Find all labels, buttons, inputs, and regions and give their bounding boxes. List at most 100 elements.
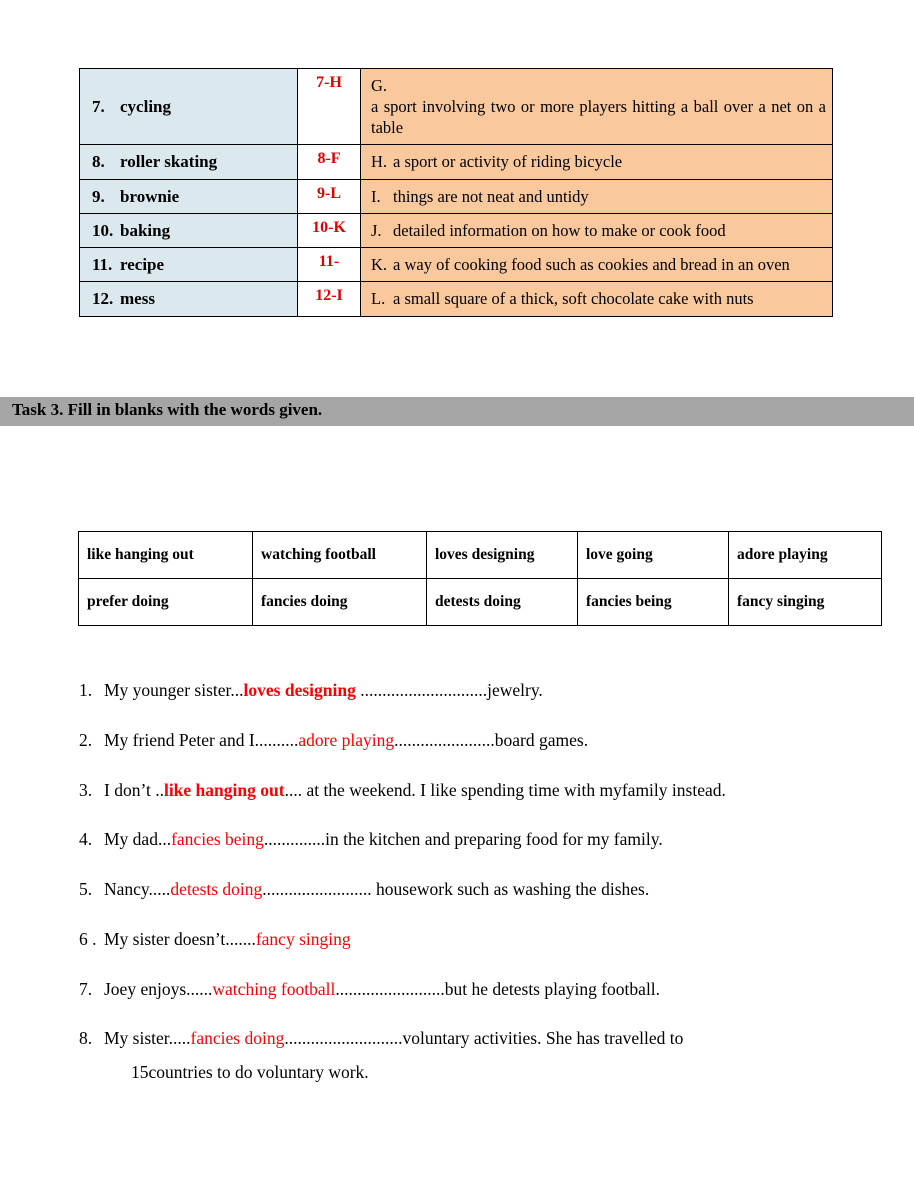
list-item: 1. My younger sister...loves designing ..… bbox=[79, 679, 879, 702]
sentence-number: 5. bbox=[79, 879, 93, 899]
answer-key-letter: K bbox=[333, 218, 346, 236]
answer-key-cell: 9-L bbox=[297, 178, 361, 214]
definition-label: G. bbox=[371, 76, 388, 95]
word-bank-cell: love going bbox=[577, 531, 729, 579]
word-bank-cell: like hanging out bbox=[78, 531, 253, 579]
filled-answer: watching football bbox=[212, 978, 336, 999]
filled-answer: fancy singing bbox=[255, 928, 351, 949]
filled-answer: like hanging out bbox=[163, 779, 285, 800]
vocab-word: cycling bbox=[120, 97, 171, 117]
list-item: 7. Joey enjoys......watching football....… bbox=[79, 978, 879, 1001]
sentence-suffix: ...........................voluntary act… bbox=[284, 1028, 684, 1049]
vocab-word-cell: 9. brownie bbox=[79, 178, 298, 214]
definition-text: a sport involving two or more players hi… bbox=[371, 97, 826, 138]
sentence-suffix: .............................jewelry. bbox=[355, 680, 543, 700]
vocab-word-cell: 10. baking bbox=[79, 212, 298, 249]
sentence-body: My sister.....fancies doing.............… bbox=[104, 1027, 864, 1084]
table-row: 8. roller skating 8-F H. a sport or activi… bbox=[79, 144, 833, 180]
answer-key-number: 10 bbox=[312, 218, 329, 236]
sentence-suffix: .......................board games. bbox=[394, 729, 589, 750]
word-bank-cell: fancy singing bbox=[728, 578, 882, 626]
definition-text: things are not neat and untidy bbox=[393, 186, 589, 206]
word-bank-cell: fancies being bbox=[577, 578, 729, 626]
word-bank-cell: watching football bbox=[252, 531, 427, 579]
answer-key-cell: 7-H bbox=[297, 67, 361, 146]
sentence-prefix: My dad... bbox=[104, 829, 172, 850]
list-item: 8. My sister.....fancies doing...........… bbox=[79, 1027, 879, 1084]
sentence-suffix: ..............in the kitchen and prepari… bbox=[263, 829, 663, 850]
sentence-prefix: My younger sister... bbox=[104, 680, 244, 700]
sentence-body: My friend Peter and I..........adore pla… bbox=[104, 730, 588, 750]
table-row: 10. baking 10-K J. detailed information on… bbox=[79, 212, 833, 249]
vocab-number: 12. bbox=[92, 289, 114, 309]
sentence-list: 1. My younger sister...loves designing ..… bbox=[79, 679, 879, 1111]
answer-key-number: 11 bbox=[318, 253, 334, 271]
answer-key-cell: 12-I bbox=[297, 281, 361, 317]
definition-cell: J. detailed information on how to make or… bbox=[360, 212, 833, 249]
task-title: Task 3. Fill in blanks with the words gi… bbox=[12, 400, 323, 419]
vocab-word-cell: 7. cycling bbox=[79, 67, 298, 146]
sentence-suffix: .........................but he detests … bbox=[335, 978, 661, 999]
word-bank-cell: detests doing bbox=[426, 578, 578, 626]
answer-key-number: 12 bbox=[315, 287, 332, 305]
sentence-body: Joey enjoys......watching football......… bbox=[104, 979, 660, 999]
sentence-number: 4. bbox=[79, 829, 93, 850]
definition-label: I. bbox=[371, 186, 381, 206]
vocab-number: 8. bbox=[92, 152, 105, 172]
matching-table-body: 7. cycling 7-H G. a sport involving two or… bbox=[79, 67, 833, 317]
sentence-body: My younger sister...loves designing ....… bbox=[104, 680, 543, 700]
word-bank-cell: adore playing bbox=[728, 531, 882, 579]
sentence-number: 2. bbox=[79, 729, 93, 750]
vocab-word: mess bbox=[120, 289, 155, 309]
vocab-word: recipe bbox=[120, 255, 165, 275]
vocab-word-cell: 12. mess bbox=[79, 281, 298, 317]
answer-key-letter: H bbox=[329, 74, 342, 91]
sentence-suffix: .... at the weekend. I like spending tim… bbox=[284, 779, 726, 800]
vocab-number: 9. bbox=[92, 186, 105, 206]
sentence-number: 1. bbox=[79, 680, 93, 700]
definition-cell: I. things are not neat and untidy bbox=[360, 178, 833, 214]
table-row: 11. recipe 11- K. a way of cooking food su… bbox=[79, 247, 833, 283]
definition-cell: G. a sport involving two or more players … bbox=[360, 67, 833, 146]
filled-answer: loves designing bbox=[243, 680, 356, 700]
sentence-continuation: 15countries to do voluntary work. bbox=[131, 1062, 369, 1082]
table-row: like hanging out watching football loves… bbox=[78, 531, 882, 579]
sentence-prefix: My sister doesn’t....... bbox=[104, 928, 256, 949]
definition-cell: K. a way of cooking food such as cookies … bbox=[360, 247, 833, 283]
table-row: 9. brownie 9-L I. things are not neat and … bbox=[79, 178, 833, 214]
task-banner: Task 3. Fill in blanks with the words gi… bbox=[0, 397, 914, 426]
sentence-prefix: Joey enjoys...... bbox=[104, 978, 213, 999]
answer-key-cell: 8-F bbox=[297, 144, 361, 180]
vocab-word-cell: 8. roller skating bbox=[79, 144, 298, 180]
table-row: 7. cycling 7-H G. a sport involving two or… bbox=[79, 67, 833, 146]
list-item: 2. My friend Peter and I..........adore p… bbox=[79, 729, 879, 752]
filled-answer: fancies being bbox=[171, 829, 264, 850]
answer-key-letter: L bbox=[330, 184, 341, 202]
sentence-body: My sister doesn’t.......fancy singing bbox=[104, 929, 351, 949]
vocab-number: 7. bbox=[92, 97, 105, 117]
word-bank-body: like hanging out watching football loves… bbox=[78, 531, 882, 626]
vocab-word: baking bbox=[120, 220, 171, 240]
definition-text: a small square of a thick, soft chocolat… bbox=[393, 289, 754, 309]
list-item: 4. My dad...fancies being..............in… bbox=[79, 828, 879, 851]
vocab-word-cell: 11. recipe bbox=[79, 247, 298, 283]
filled-answer: detests doing bbox=[170, 879, 263, 899]
list-item: 5. Nancy.....detests doing...............… bbox=[79, 878, 879, 901]
word-bank-cell: fancies doing bbox=[252, 578, 427, 626]
definition-text: a way of cooking food such as cookies an… bbox=[393, 255, 790, 275]
sentence-body: Nancy.....detests doing.................… bbox=[104, 879, 649, 899]
vocab-number: 10. bbox=[92, 220, 114, 240]
answer-key-letter: I bbox=[336, 287, 343, 305]
list-item: 3. I don’t ..like hanging out.... at the … bbox=[79, 779, 879, 802]
definition-label: J. bbox=[371, 220, 382, 240]
word-bank-table: like hanging out watching football loves… bbox=[78, 531, 882, 626]
answer-key-number: 9 bbox=[317, 184, 325, 202]
sentence-number: 3. bbox=[79, 779, 93, 800]
definition-text: detailed information on how to make or c… bbox=[393, 220, 726, 240]
sentence-number: 8. bbox=[79, 1028, 93, 1049]
matching-table: 7. cycling 7-H G. a sport involving two or… bbox=[79, 67, 833, 317]
list-item: 6 . My sister doesn’t.......fancy singing bbox=[79, 928, 879, 951]
definition-text: a sport or activity of riding bicycle bbox=[393, 152, 623, 172]
filled-answer: fancies doing bbox=[190, 1028, 285, 1049]
sentence-body: My dad...fancies being..............in t… bbox=[104, 829, 663, 849]
